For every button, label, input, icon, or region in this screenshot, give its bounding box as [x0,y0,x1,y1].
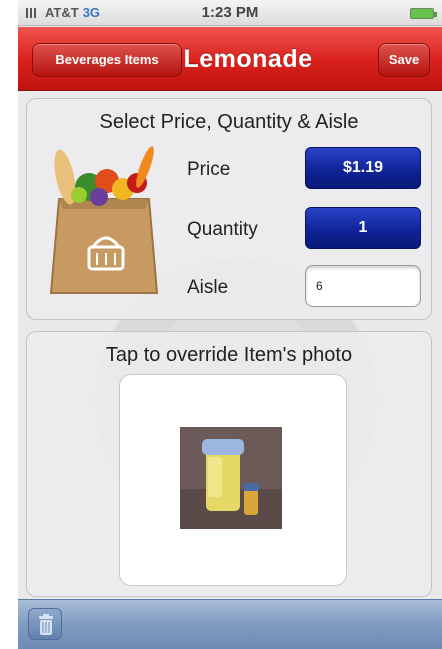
price-button[interactable]: $1.19 [305,147,421,189]
trash-button[interactable] [28,608,62,640]
photo-heading: Tap to override Item's photo [105,344,353,366]
aisle-field[interactable] [305,265,421,307]
grocery-bag-icon [49,146,159,294]
item-photo-button[interactable] [119,374,347,586]
trash-icon [39,614,53,635]
photo-panel: Tap to override Item's photo [26,331,432,597]
status-time: 1:23 PM [201,4,259,21]
app-screen: AT&T 3G 1:23 PM Lemonade Beverages Items … [18,0,442,649]
item-photo [180,427,282,529]
battery-icon [410,8,437,19]
navigation-bar: Lemonade Beverages Items Save [18,27,442,91]
save-button[interactable]: Save [378,43,430,77]
back-button[interactable]: Beverages Items [32,43,182,77]
bottom-toolbar [18,599,442,649]
aisle-label: Aisle [187,277,229,298]
status-bar: AT&T 3G 1:23 PM [18,0,442,26]
quantity-button[interactable]: 1 [305,207,421,249]
quantity-label: Quantity [187,219,258,240]
price-label: Price [187,159,231,180]
details-panel: Select Price, Quantity & Aisle Price $1.… [26,98,432,320]
details-heading: Select Price, Quantity & Aisle [99,111,359,133]
